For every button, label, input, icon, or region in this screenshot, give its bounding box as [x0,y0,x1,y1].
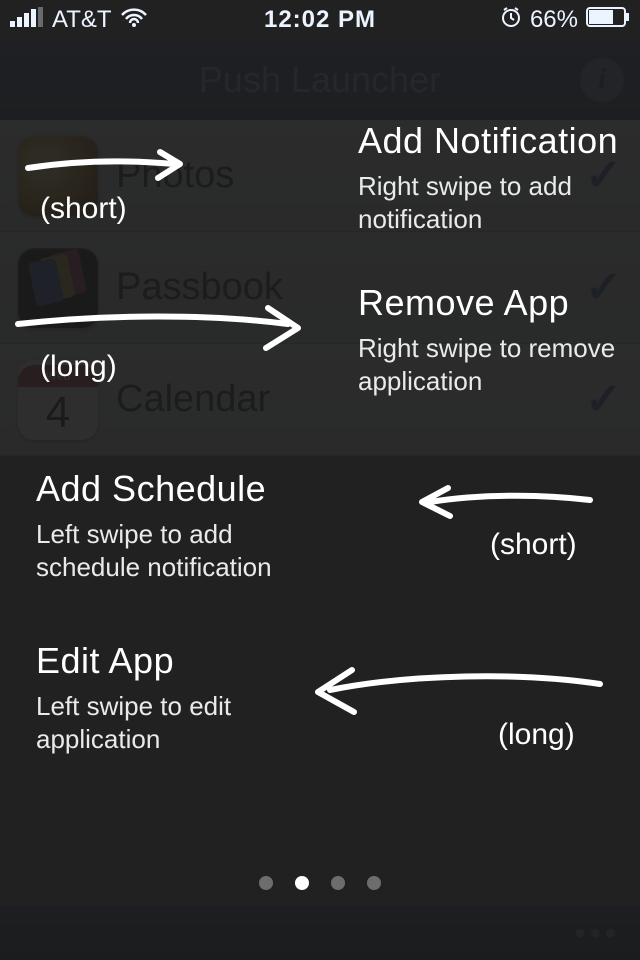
status-bar: AT&T 12:02 PM 66% [0,0,640,40]
gesture-label-short: (short) [490,528,577,562]
page-dot-active[interactable] [295,876,309,890]
gesture-label-long: (long) [40,350,117,384]
gesture-label-long: (long) [498,718,575,752]
swipe-left-short-arrow-icon [400,480,600,530]
tip-remove-app: Remove App Right swipe to remove applica… [358,282,628,397]
tip-title: Add Schedule [36,468,306,510]
battery-icon [586,6,630,34]
tip-add-schedule: Add Schedule Left swipe to add schedule … [36,468,306,583]
clock-label: 12:02 PM [264,6,376,34]
battery-pct-label: 66% [530,6,578,34]
alarm-icon [500,6,522,35]
tip-title: Add Notification [358,120,628,162]
tip-desc: Right swipe to add notification [358,170,628,235]
carrier-label: AT&T [52,6,112,34]
page-indicator[interactable] [0,876,640,890]
gesture-label-short: (short) [40,192,127,226]
page-dot[interactable] [367,876,381,890]
tip-desc: Right swipe to remove application [358,332,628,397]
signal-icon [10,6,44,34]
page-dot[interactable] [259,876,273,890]
tutorial-overlay[interactable]: Add Notification Right swipe to add noti… [0,0,640,960]
tip-title: Remove App [358,282,628,324]
swipe-right-short-arrow-icon [20,140,200,190]
wifi-icon [120,6,148,34]
tip-add-notification: Add Notification Right swipe to add noti… [358,120,628,235]
tip-edit-app: Edit App Left swipe to edit application [36,640,306,755]
tip-title: Edit App [36,640,306,682]
tip-desc: Left swipe to add schedule notification [36,518,306,583]
page-dot[interactable] [331,876,345,890]
tip-desc: Left swipe to edit application [36,690,306,755]
